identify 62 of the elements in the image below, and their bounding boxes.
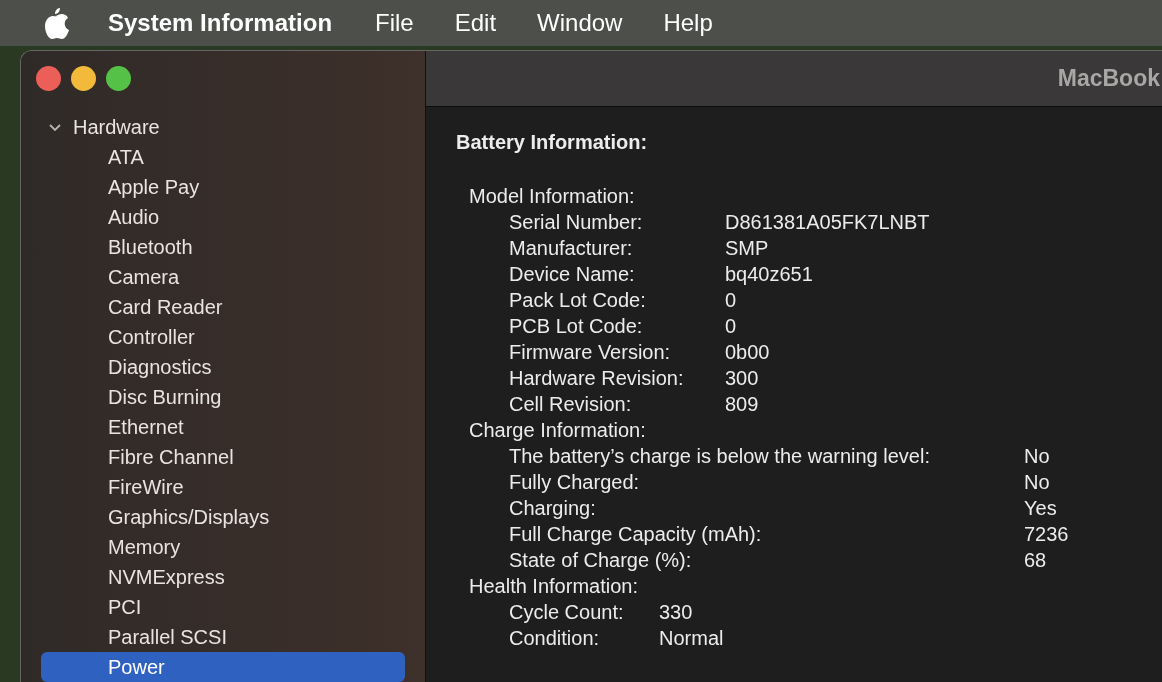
group-title: Model Information:	[469, 184, 635, 209]
minimize-button[interactable]	[71, 66, 96, 91]
field-value: 0	[725, 288, 737, 313]
field-value: 330	[659, 600, 693, 625]
window-title: MacBook	[1057, 64, 1160, 94]
sidebar-item[interactable]: Apple Pay	[41, 172, 405, 202]
sidebar-item[interactable]: Audio	[41, 202, 405, 232]
menu-item[interactable]: Edit	[454, 5, 497, 41]
sidebar-item[interactable]: Camera	[41, 262, 405, 292]
field-label: PCB Lot Code:	[509, 314, 643, 339]
group-title: Health Information:	[469, 574, 638, 599]
field-label: Condition:	[509, 626, 600, 651]
field-value: No	[1024, 444, 1050, 469]
close-button[interactable]	[36, 66, 61, 91]
section-heading: Battery Information:	[456, 130, 648, 155]
sidebar-item[interactable]: NVMExpress	[41, 562, 405, 592]
field-label: Cycle Count:	[509, 600, 624, 625]
app-name[interactable]: System Information	[108, 5, 333, 41]
field-label: Serial Number:	[509, 210, 643, 235]
group-title: Charge Information:	[469, 418, 646, 443]
sidebar-item[interactable]: Disc Burning	[41, 382, 405, 412]
field-label: Full Charge Capacity (mAh):	[509, 522, 762, 547]
field-value: D861381A05FK7LNBT	[725, 210, 930, 235]
sidebar-item[interactable]: ATA	[41, 142, 405, 172]
field-label: State of Charge (%):	[509, 548, 692, 573]
field-value: Yes	[1024, 496, 1057, 521]
sidebar-item[interactable]: Controller	[41, 322, 405, 352]
sidebar-item[interactable]: Fibre Channel	[41, 442, 405, 472]
sidebar-item[interactable]: Ethernet	[41, 412, 405, 442]
field-label: Manufacturer:	[509, 236, 633, 261]
field-label: Device Name:	[509, 262, 635, 287]
field-value: Normal	[659, 626, 724, 651]
field-label: The battery’s charge is below the warning level:	[509, 444, 930, 469]
field-value: 809	[725, 392, 759, 417]
field-value: 7236	[1024, 522, 1069, 547]
field-label: Pack Lot Code:	[509, 288, 646, 313]
sidebar-item[interactable]: Power	[41, 652, 405, 682]
field-label: Fully Charged:	[509, 470, 640, 495]
sidebar-item[interactable]: PCI	[41, 592, 405, 622]
sidebar-item[interactable]: Bluetooth	[41, 232, 405, 262]
field-value: SMP	[725, 236, 769, 261]
field-label: Cell Revision:	[509, 392, 632, 417]
field-label: Hardware Revision:	[509, 366, 684, 391]
field-value: 300	[725, 366, 759, 391]
sidebar-item[interactable]: Graphics/Displays	[41, 502, 405, 532]
field-value: bq40z651	[725, 262, 813, 287]
sidebar-item[interactable]: Memory	[41, 532, 405, 562]
sidebar-item[interactable]: Parallel SCSI	[41, 622, 405, 652]
sidebar-item[interactable]: Hardware	[41, 112, 405, 142]
menu-item[interactable]: Help	[663, 5, 713, 41]
field-value: No	[1024, 470, 1050, 495]
field-label: Charging:	[509, 496, 596, 521]
menu-item[interactable]: Window	[537, 5, 623, 41]
sidebar-item[interactable]: Card Reader	[41, 292, 405, 322]
field-value: 68	[1024, 548, 1047, 573]
sidebar-item[interactable]: FireWire	[41, 472, 405, 502]
field-value: 0	[725, 314, 737, 339]
field-value: 0b00	[725, 340, 770, 365]
menu-item[interactable]: File	[375, 5, 414, 41]
zoom-button[interactable]	[106, 66, 131, 91]
field-label: Firmware Version:	[509, 340, 671, 365]
sidebar-item[interactable]: Diagnostics	[41, 352, 405, 382]
